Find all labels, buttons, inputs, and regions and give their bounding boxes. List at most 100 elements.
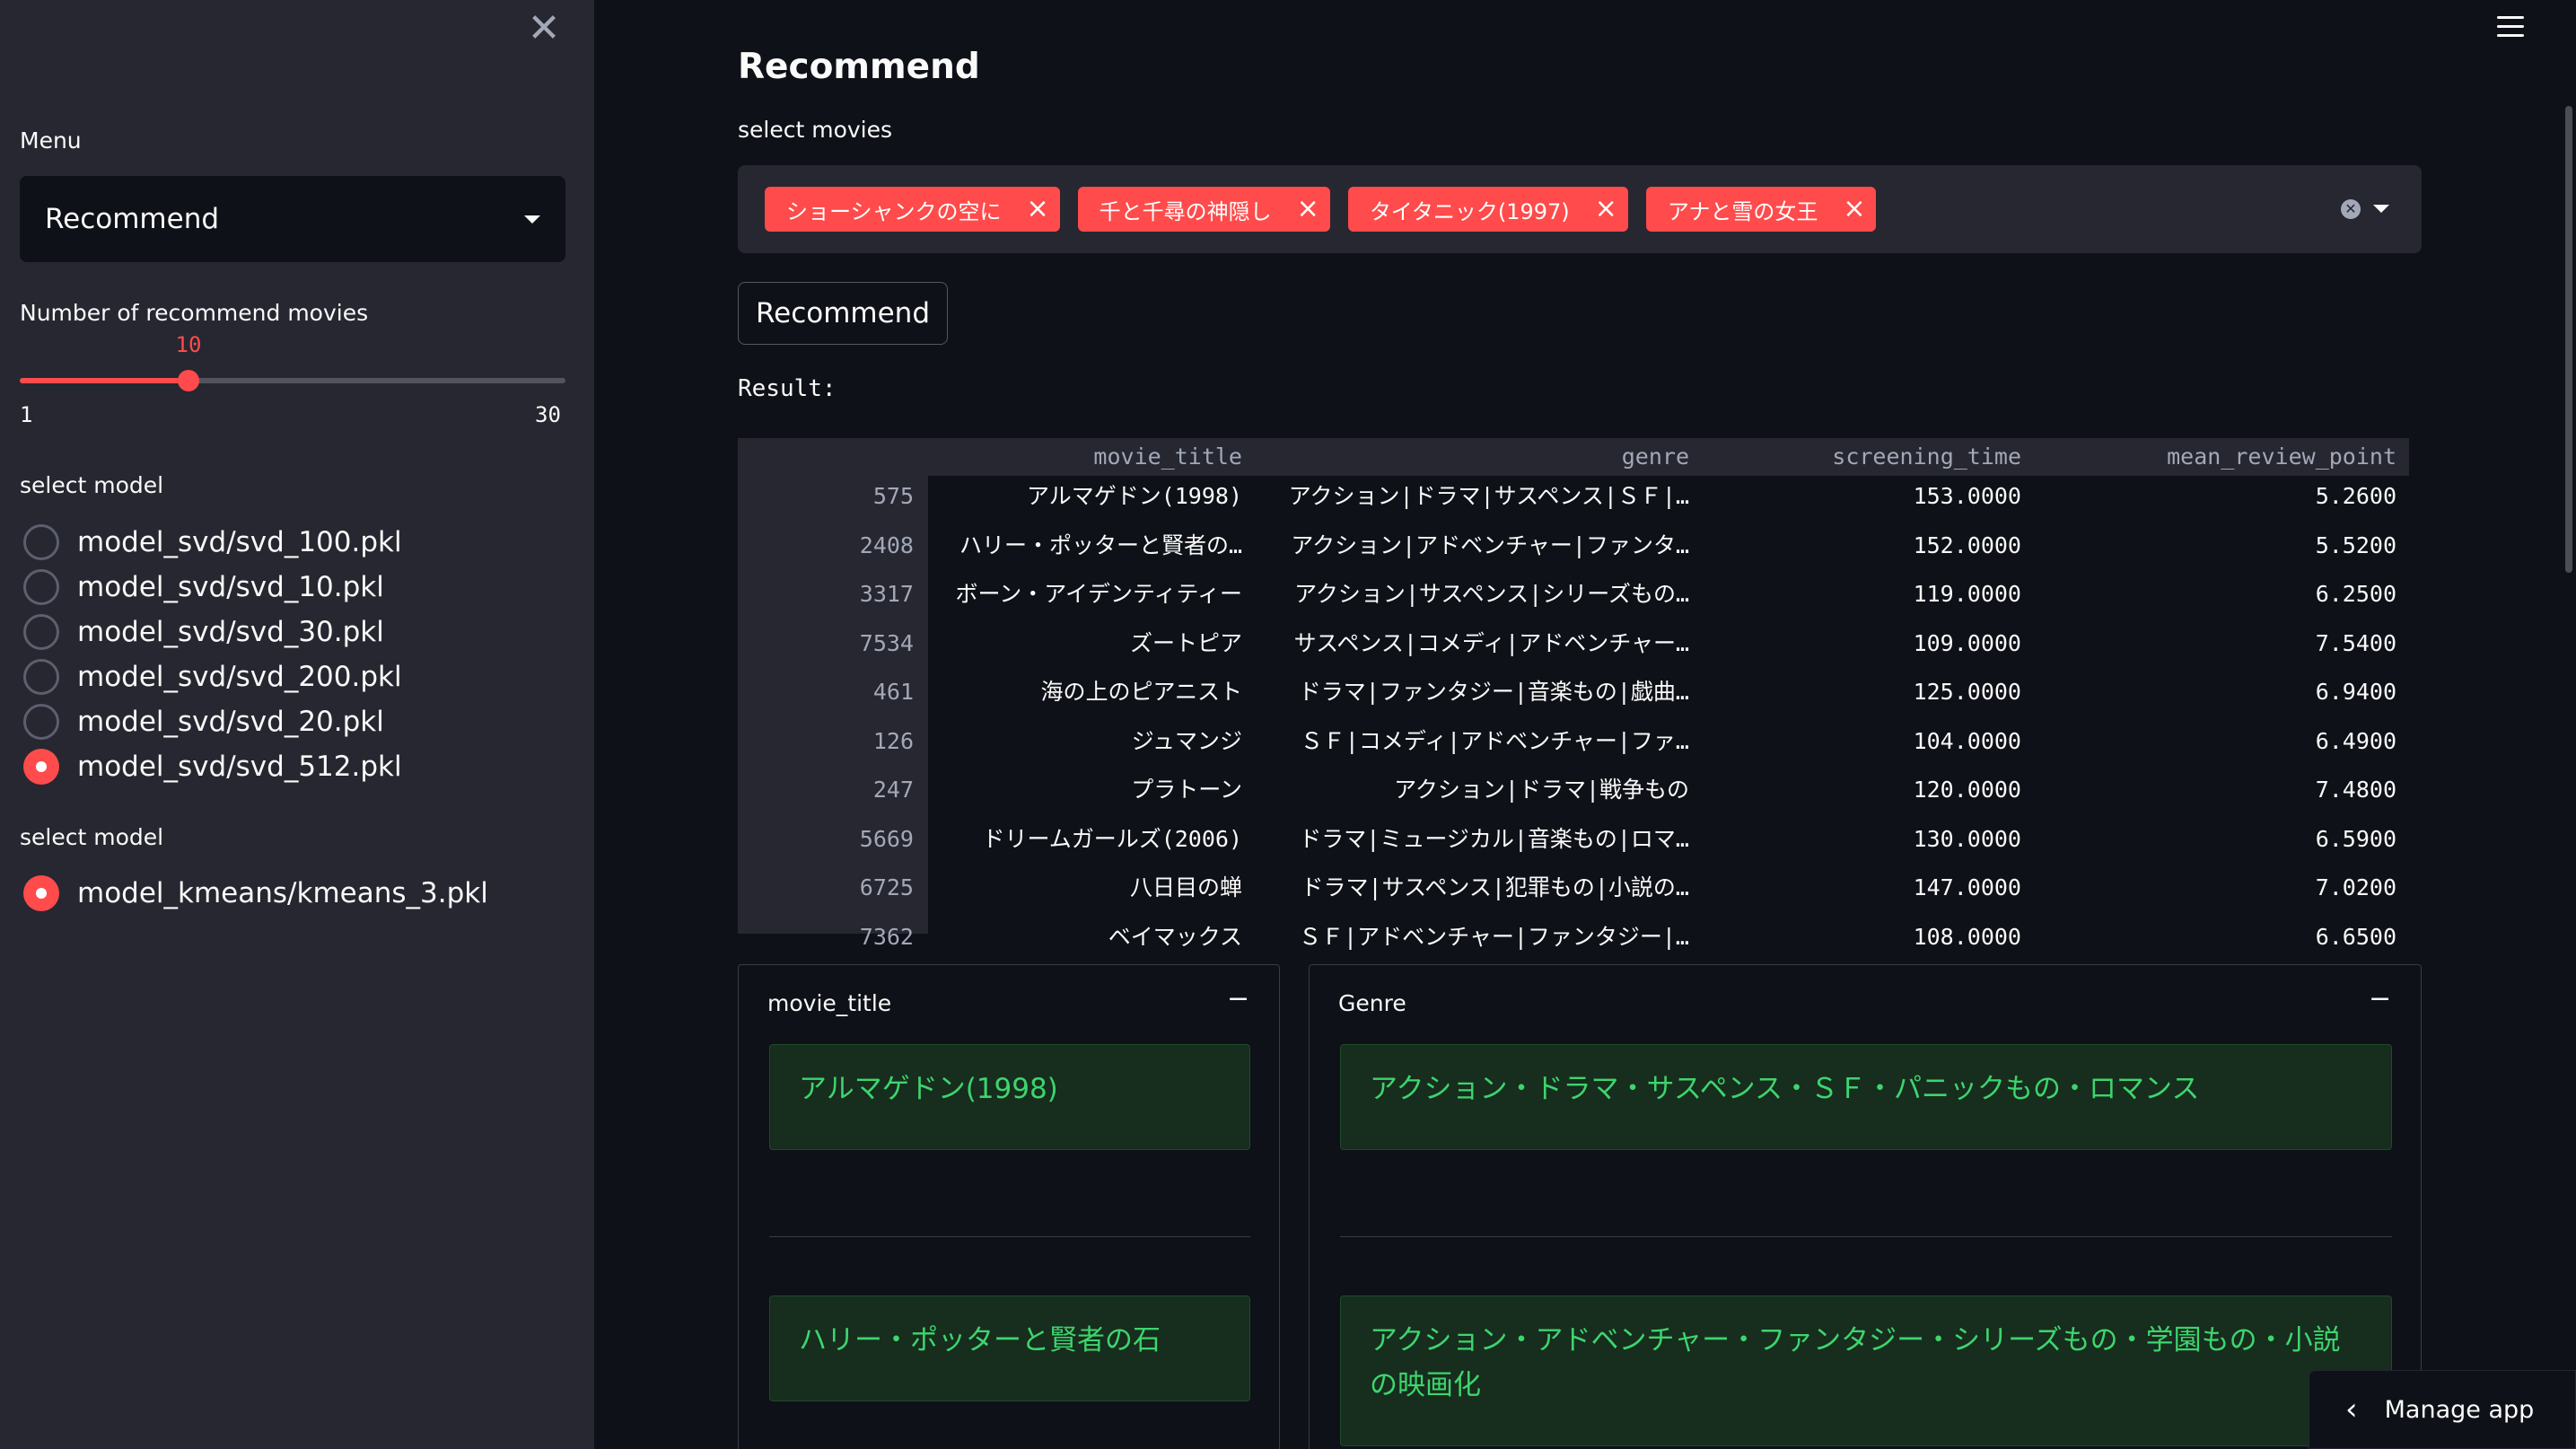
table-cell: アルマゲドン(1998) (1026, 483, 1242, 509)
table-cell: ドラマ|ファンタジー|音楽もの|戯曲… (1298, 679, 1689, 705)
slider-max: 30 (535, 402, 561, 427)
radio-option[interactable]: model_kmeans/kmeans_3.pkl (23, 874, 488, 913)
manage-app-label: Manage app (2384, 1395, 2535, 1424)
table-cell: 108.0000 (1913, 923, 2021, 950)
table-row[interactable]: 2408 ハリー・ポッターと賢者の… アクション|アドベンチャー|ファンタ… 152.… (738, 523, 2409, 568)
radio-unchecked-icon[interactable] (23, 524, 59, 560)
slider-value: 10 (175, 332, 202, 357)
row-index: 2408 (859, 531, 914, 558)
table-row[interactable]: 461 海の上のピアニスト ドラマ|ファンタジー|音楽もの|戯曲… 125.0000 6… (738, 670, 2409, 715)
table-cell: ドラマ|ミュージカル|音楽もの|ロマ… (1299, 825, 1689, 852)
row-index: 126 (872, 727, 914, 754)
radio-option[interactable]: model_svd/svd_200.pkl (23, 657, 402, 697)
table-cell: ベイマックス (1108, 923, 1242, 950)
close-icon[interactable]: × (1297, 196, 1319, 223)
chevron-left-icon: ‹ (2345, 1392, 2358, 1427)
radio-option[interactable]: model_svd/svd_30.pkl (23, 612, 384, 652)
movie-chip[interactable]: タイタニック(1997) × (1347, 187, 1628, 232)
table-cell: アクション|ドラマ|戦争もの (1394, 777, 1689, 803)
movie-multiselect[interactable]: ショーシャンクの空に × 千と千尋の神隠し × タイタニック(1997) × アナと雪の女王… (738, 165, 2422, 253)
movie-chip[interactable]: アナと雪の女王 × (1645, 187, 1877, 232)
table-cell: 6.5900 (2315, 825, 2396, 852)
table-cell: ハリー・ポッターと賢者の… (959, 531, 1242, 558)
table-cell: ドラマ|サスペンス|犯罪もの|小説の… (1301, 874, 1689, 900)
table-cell: 7.5400 (2315, 629, 2396, 656)
close-icon[interactable]: ✕ (522, 7, 565, 50)
table-row[interactable]: 7534 ズートピア サスペンス|コメディ|アドベンチャー… 109.0000 7.54… (738, 621, 2409, 666)
chip-label: ショーシャンクの空に (786, 198, 1002, 224)
radio-unchecked-icon[interactable] (23, 659, 59, 695)
divider (1340, 1236, 2392, 1237)
radio-unchecked-icon[interactable] (23, 569, 59, 605)
radio-label: model_svd/svd_30.pkl (77, 616, 384, 648)
table-cell: 八日目の蝉 (1129, 874, 1242, 900)
close-icon[interactable]: × (1843, 196, 1865, 223)
radio-option[interactable]: model_svd/svd_20.pkl (23, 702, 384, 742)
row-index: 247 (872, 777, 914, 803)
radio-unchecked-icon[interactable] (23, 614, 59, 650)
table-cell: ドリームガールズ(2006) (982, 825, 1242, 852)
chevron-down-icon (524, 215, 540, 224)
table-cell: 119.0000 (1913, 581, 2021, 607)
radio-label: model_svd/svd_100.pkl (77, 526, 402, 558)
genre-card: Genre − アクション・ドラマ・サスペンス・ＳＦ・パニックもの・ロマンス ア… (1309, 964, 2422, 1449)
radio-checked-icon[interactable] (23, 749, 59, 785)
radio-option[interactable]: model_svd/svd_512.pkl (23, 747, 402, 786)
row-index: 461 (872, 679, 914, 705)
radio-option[interactable]: model_svd/svd_10.pkl (23, 567, 384, 607)
movie-title-card: movie_title − アルマゲドン(1998) ハリー・ポッターと賢者の石 (738, 964, 1280, 1449)
num-movies-slider[interactable] (20, 370, 565, 391)
minimize-icon[interactable]: − (2369, 983, 2391, 1014)
hamburger-menu-icon[interactable] (2497, 16, 2524, 40)
radio-option[interactable]: model_svd/svd_100.pkl (23, 523, 402, 562)
column-header[interactable]: mean_review_point (2021, 438, 2396, 476)
chevron-down-icon[interactable] (2373, 205, 2389, 213)
table-row[interactable]: 7362 ベイマックス ＳＦ|アドベンチャー|ファンタジー|… 108.0000 6.6… (738, 915, 2409, 960)
table-row[interactable]: 6725 八日目の蝉 ドラマ|サスペンス|犯罪もの|小説の… 147.0000 7.02… (738, 865, 2409, 910)
table-cell: 125.0000 (1913, 679, 2021, 705)
menu-select[interactable]: Recommend (20, 176, 565, 262)
column-header[interactable]: genre (1248, 438, 1689, 476)
table-row[interactable]: 126 ジュマンジ ＳＦ|コメディ|アドベンチャー|ファ… 104.0000 6.490… (738, 719, 2409, 764)
scrollbar[interactable] (2565, 106, 2572, 573)
table-cell: 6.2500 (2315, 581, 2396, 607)
close-icon[interactable]: × (1595, 196, 1617, 223)
movie-title-box: アルマゲドン(1998) (769, 1044, 1250, 1150)
radio-label: model_svd/svd_512.pkl (77, 751, 402, 783)
table-row[interactable]: 575 アルマゲドン(1998) アクション|ドラマ|サスペンス|ＳＦ|… 153.0… (738, 474, 2409, 519)
chip-label: アナと雪の女王 (1667, 198, 1818, 224)
table-cell: 6.6500 (2315, 923, 2396, 950)
row-index: 5669 (859, 825, 914, 852)
table-row[interactable]: 3317 ボーン・アイデンティティー アクション|サスペンス|シリーズもの… 119.… (738, 572, 2409, 617)
genre-box: アクション・ドラマ・サスペンス・ＳＦ・パニックもの・ロマンス (1340, 1044, 2392, 1150)
close-icon[interactable]: × (1027, 196, 1049, 223)
clear-icon[interactable]: ✕ (2341, 199, 2361, 219)
slider-thumb[interactable] (178, 370, 200, 391)
movie-chip[interactable]: ショーシャンクの空に × (765, 187, 1060, 232)
radio-label: model_svd/svd_10.pkl (77, 571, 384, 603)
table-cell: ボーン・アイデンティティー (955, 581, 1242, 607)
num-movies-label: Number of recommend movies (20, 300, 369, 326)
manage-app-button[interactable]: ‹ Manage app (2309, 1370, 2576, 1449)
radio-checked-icon[interactable] (23, 875, 59, 911)
table-cell: 109.0000 (1913, 629, 2021, 656)
result-dataframe[interactable]: movie_title genre screening_time mean_revie… (738, 438, 2409, 950)
radio-unchecked-icon[interactable] (23, 704, 59, 740)
table-row[interactable]: 247 プラトーン アクション|ドラマ|戦争もの 120.0000 7.4800 (738, 768, 2409, 812)
table-row[interactable]: 5669 ドリームガールズ(2006) ドラマ|ミュージカル|音楽もの|ロマ… 130… (738, 817, 2409, 862)
divider (769, 1236, 1250, 1237)
row-index: 6725 (859, 874, 914, 900)
row-index: 575 (872, 483, 914, 509)
column-header[interactable]: movie_title (935, 438, 1242, 476)
column-header[interactable]: screening_time (1689, 438, 2021, 476)
recommend-button[interactable]: Recommend (738, 282, 948, 345)
table-cell: 7.0200 (2315, 874, 2396, 900)
table-cell: ＳＦ|コメディ|アドベンチャー|ファ… (1300, 727, 1689, 754)
table-cell: 5.2600 (2315, 483, 2396, 509)
minimize-icon[interactable]: − (1227, 983, 1249, 1014)
sidebar: ✕ Menu Recommend Number of recommend mov… (0, 0, 594, 1449)
result-label: Result: (738, 375, 837, 402)
genre-box: アクション・アドベンチャー・ファンタジー・シリーズもの・学園もの・小説の映画化 (1340, 1295, 2392, 1446)
movie-chip[interactable]: 千と千尋の神隠し × (1077, 187, 1330, 232)
row-index: 3317 (859, 581, 914, 607)
